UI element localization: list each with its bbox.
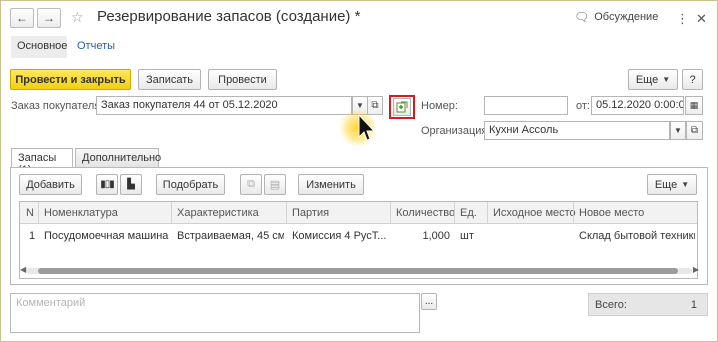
column-header[interactable]: Номенклатура	[44, 207, 118, 219]
document-window: ← → ☆ Резервирование запасов (создание) …	[0, 0, 718, 342]
order-field[interactable]: Заказ покупателя 44 от 05.12.2020	[96, 96, 352, 115]
post-button[interactable]: Провести	[208, 69, 277, 90]
more-menu-button[interactable]: Еще ▼	[628, 69, 678, 90]
order-label: Заказ покупателя:	[11, 100, 104, 112]
discussion-label: Обсуждение	[594, 11, 659, 23]
number-field[interactable]	[484, 96, 568, 115]
total-label: Всего:	[595, 299, 627, 311]
cell-number: 1	[29, 230, 36, 242]
chevron-down-icon: ▼	[681, 180, 690, 189]
chat-icon: 🗨	[574, 10, 590, 24]
cell-item: Посудомоечная машина	[44, 230, 169, 242]
barcode-button[interactable]: ▮▯▮	[96, 174, 118, 195]
copy-icon: ⧉	[247, 178, 255, 190]
scanner-icon: ▙	[127, 179, 135, 190]
help-button[interactable]: ?	[682, 69, 703, 90]
chevron-down-icon: ▼	[662, 75, 671, 84]
tab-additional[interactable]: Дополнительно	[75, 148, 161, 167]
add-button[interactable]: Добавить	[19, 174, 82, 195]
copy-button[interactable]: ⧉	[240, 174, 262, 195]
mouse-cursor-icon	[339, 109, 377, 147]
table-header: N Номенклатура Характеристика Партия Кол…	[20, 202, 697, 224]
column-header[interactable]: Партия	[292, 207, 329, 219]
cell-quantity: 1,000	[422, 230, 450, 242]
cell-new-place: Склад бытовой техники	[579, 230, 695, 242]
post-and-close-button[interactable]: Провести и закрыть	[10, 69, 131, 90]
horizontal-scrollbar[interactable]: ◀ ▶	[20, 265, 699, 274]
comment-expand-button[interactable]: ...	[421, 293, 437, 310]
comment-field[interactable]: Комментарий	[10, 293, 420, 333]
data-collection-button[interactable]: ▙	[120, 174, 142, 195]
organization-field[interactable]: Кухни Ассоль	[484, 121, 670, 140]
back-button[interactable]: ←	[10, 8, 34, 28]
highlight-frame	[389, 95, 415, 119]
more-label: Еще	[635, 73, 659, 86]
chevron-down-icon: ▼	[674, 126, 682, 135]
column-header[interactable]: N	[26, 207, 34, 219]
scrollbar-thumb[interactable]	[38, 268, 678, 274]
organization-open-button[interactable]: ⧉	[686, 121, 703, 140]
paste-icon: ▤	[269, 179, 281, 191]
column-header[interactable]: Новое место	[579, 207, 644, 219]
star-icon[interactable]: ☆	[71, 9, 84, 26]
forward-button[interactable]: →	[37, 8, 61, 28]
open-window-icon: ⧉	[690, 125, 699, 136]
organization-dropdown-button[interactable]: ▼	[670, 121, 686, 140]
scroll-left-icon[interactable]: ◀	[20, 265, 26, 274]
total-panel: Всего: 1	[588, 293, 708, 316]
arrow-right-icon: →	[43, 11, 55, 25]
change-button[interactable]: Изменить	[298, 174, 364, 195]
calendar-icon: ▦	[689, 100, 699, 110]
scroll-right-icon[interactable]: ▶	[693, 265, 699, 274]
more-icon[interactable]: ⋮	[676, 11, 689, 27]
section-reports[interactable]: Отчеты	[71, 36, 121, 58]
cell-batch: Комиссия 4 РусТ...	[292, 230, 387, 242]
save-button[interactable]: Записать	[138, 69, 201, 90]
date-label: от:	[576, 100, 590, 112]
total-value: 1	[690, 299, 697, 311]
close-icon[interactable]: ✕	[696, 11, 707, 27]
arrow-left-icon: ←	[16, 11, 28, 25]
ellipsis-icon: ...	[424, 296, 434, 307]
column-header[interactable]: Количество	[396, 207, 455, 219]
pick-button[interactable]: Подобрать	[156, 174, 225, 195]
table-more-button[interactable]: Еще ▼	[647, 174, 697, 195]
page-title: Резервирование запасов (создание) *	[97, 8, 361, 25]
calendar-button[interactable]: ▦	[685, 96, 703, 115]
date-field[interactable]: 05.12.2020 0:00:00	[591, 96, 684, 115]
organization-label: Организация:	[421, 125, 491, 137]
more-label: Еще	[654, 178, 678, 191]
column-header[interactable]: Исходное место	[493, 207, 576, 219]
barcode-icon: ▮▯▮	[100, 179, 114, 190]
section-main[interactable]: Основное	[11, 36, 67, 58]
stock-table[interactable]: N Номенклатура Характеристика Партия Кол…	[19, 201, 699, 279]
column-header[interactable]: Ед.	[460, 207, 477, 219]
tab-stock[interactable]: Запасы (1)	[11, 148, 73, 176]
column-header[interactable]: Характеристика	[177, 207, 259, 219]
number-label: Номер:	[421, 100, 458, 112]
discussion-button[interactable]: 🗨 Обсуждение	[574, 10, 658, 24]
cell-characteristic: Встраиваемая, 45 см	[177, 230, 284, 242]
paste-button[interactable]: ▤	[264, 174, 286, 195]
cell-unit: шт	[460, 230, 474, 242]
